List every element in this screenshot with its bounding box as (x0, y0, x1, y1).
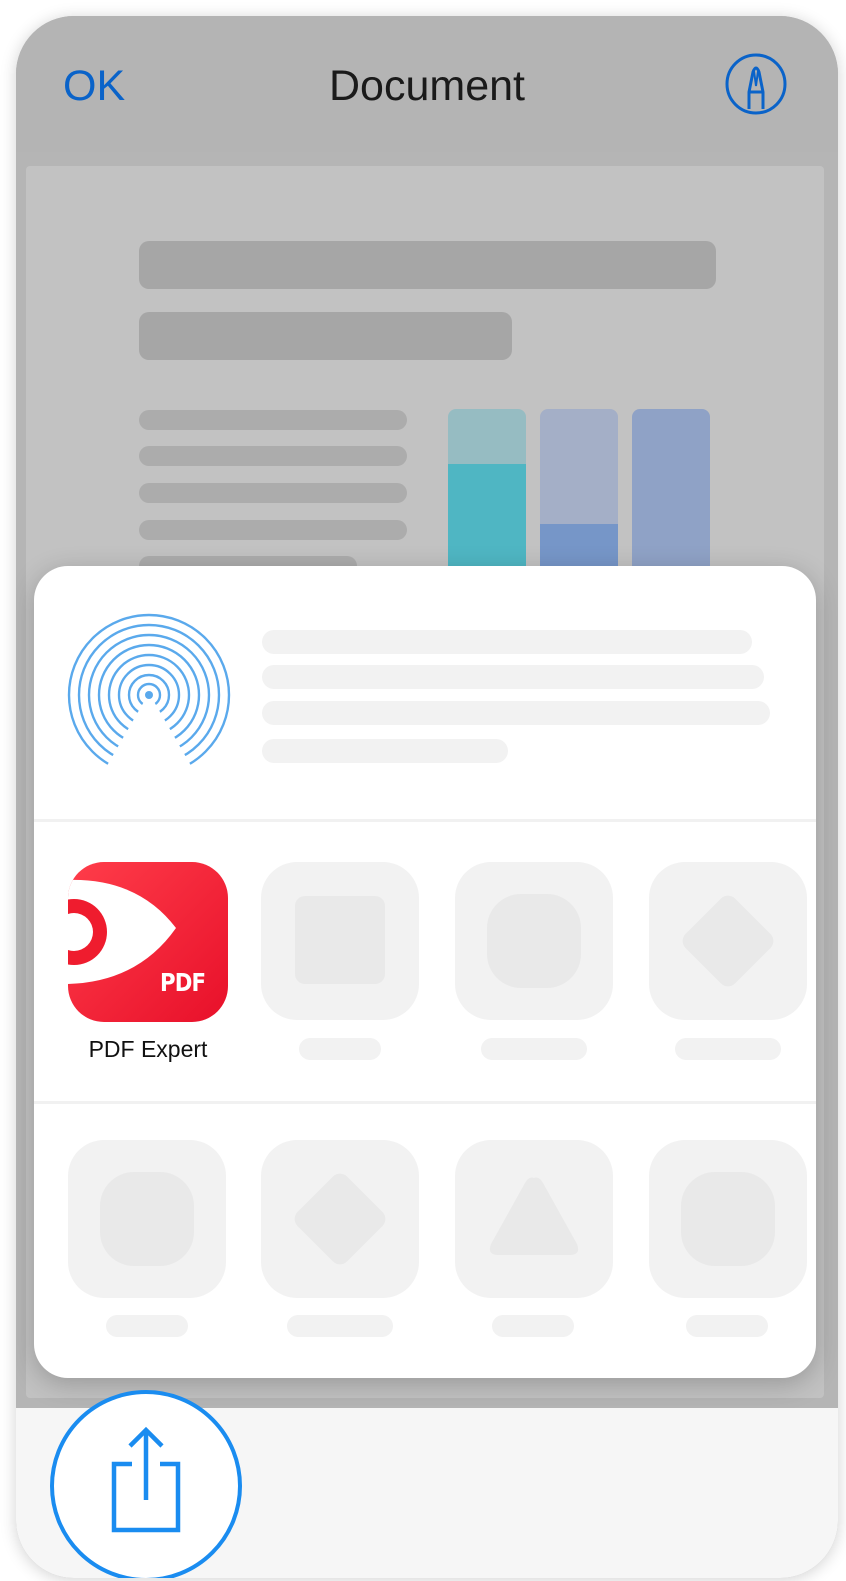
share-button[interactable] (50, 1390, 242, 1578)
app-label-placeholder (299, 1038, 381, 1060)
action-placeholder-tile[interactable] (455, 1140, 613, 1298)
page-title: Document (329, 62, 525, 110)
phone-frame: OK Document PDF PDF Expert (16, 16, 838, 1578)
rounded-square-shape-icon (487, 894, 581, 988)
pdf-expert-app-icon (68, 862, 228, 1022)
action-placeholder-tile[interactable] (261, 1140, 419, 1298)
pdf-expert-app[interactable]: PDF PDF Expert (68, 862, 228, 1072)
action-label-placeholder (106, 1315, 188, 1337)
action-label-placeholder (686, 1315, 768, 1337)
diamond-shape-icon (290, 1169, 390, 1269)
square-shape-icon (295, 896, 385, 984)
text-line-placeholder (139, 520, 407, 540)
pdf-expert-icon-text: PDF (160, 968, 206, 997)
airdrop-icon[interactable] (64, 613, 234, 783)
document-heading-placeholder (139, 241, 716, 289)
sheet-divider (34, 819, 816, 822)
rounded-square-shape-icon (681, 1172, 775, 1266)
diamond-shape-icon (678, 891, 778, 991)
app-placeholder-tile[interactable] (649, 862, 807, 1020)
action-placeholder-tile[interactable] (649, 1140, 807, 1298)
airdrop-text-placeholder (262, 665, 764, 689)
share-sheet: PDF PDF Expert (34, 566, 816, 1378)
text-line-placeholder (139, 483, 407, 503)
action-placeholder-tile[interactable] (68, 1140, 226, 1298)
navigation-bar: OK Document (16, 16, 838, 152)
text-line-placeholder (139, 446, 407, 466)
action-label-placeholder (287, 1315, 393, 1337)
share-icon (111, 1426, 181, 1533)
action-label-placeholder (492, 1315, 574, 1337)
rounded-square-shape-icon (100, 1172, 194, 1266)
airdrop-text-placeholder (262, 701, 770, 725)
document-subheading-placeholder (139, 312, 512, 360)
app-placeholder-tile[interactable] (261, 862, 419, 1020)
text-line-placeholder (139, 410, 407, 430)
sheet-divider (34, 1101, 816, 1104)
app-placeholder-tile[interactable] (455, 862, 613, 1020)
triangle-shape-icon (489, 1177, 579, 1255)
airdrop-text-placeholder (262, 630, 752, 654)
app-label: PDF Expert (88, 1036, 208, 1062)
app-label-placeholder (481, 1038, 587, 1060)
app-label-placeholder (675, 1038, 781, 1060)
airdrop-text-placeholder (262, 739, 508, 763)
markup-pen-icon[interactable] (724, 52, 788, 116)
